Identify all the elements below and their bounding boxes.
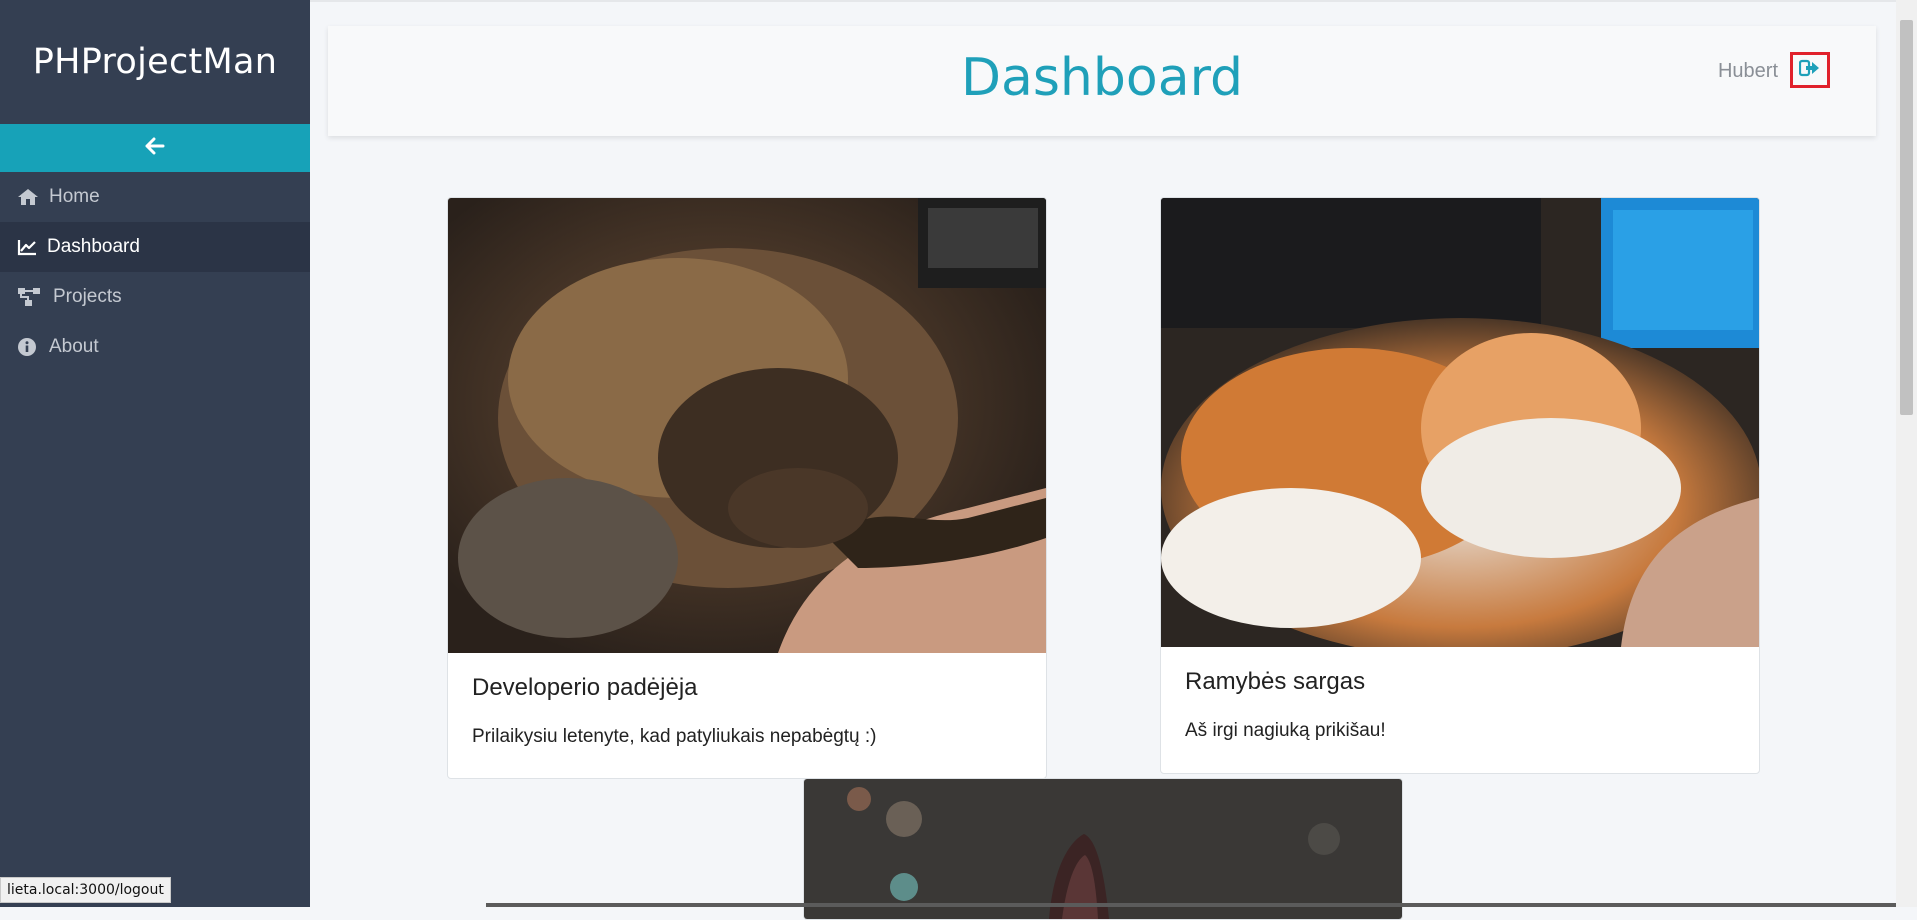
sitemap-icon bbox=[17, 287, 51, 307]
sidebar-item-label: Dashboard bbox=[47, 236, 140, 257]
scrollbar-thumb[interactable] bbox=[1900, 20, 1913, 415]
dashboard-card bbox=[803, 778, 1403, 920]
horizontal-scrollbar[interactable] bbox=[486, 903, 1896, 907]
brand-logo[interactable]: PHProjectMan bbox=[0, 0, 310, 124]
card-title: Ramybės sargas bbox=[1185, 668, 1366, 695]
card-text: Prilaikysiu letenyte, kad patyliukais ne… bbox=[472, 726, 877, 747]
vertical-scrollbar[interactable] bbox=[1896, 0, 1917, 907]
status-bar-url: lieta.local:3000/logout bbox=[0, 877, 171, 903]
page-header: Dashboard Hubert bbox=[328, 26, 1876, 136]
sidebar-item-home[interactable]: Home bbox=[0, 172, 310, 222]
dashboard-card: Ramybės sargas Aš irgi nagiuką prikišau! bbox=[1160, 197, 1760, 774]
card-text: Aš irgi nagiuką prikišau! bbox=[1185, 720, 1386, 741]
chart-line-icon bbox=[17, 238, 45, 256]
info-circle-icon bbox=[17, 337, 47, 357]
sidebar-collapse-button[interactable] bbox=[0, 124, 310, 172]
orange-white-cat-photo bbox=[1161, 198, 1759, 658]
home-icon bbox=[17, 188, 47, 206]
cat-ear-photo bbox=[804, 779, 1402, 919]
sidebar-item-label: About bbox=[49, 336, 99, 357]
sign-out-icon bbox=[1798, 59, 1821, 82]
top-divider bbox=[310, 0, 1917, 2]
user-name: Hubert bbox=[1717, 60, 1778, 82]
page-title: Dashboard bbox=[960, 48, 1244, 108]
sidebar-item-dashboard[interactable]: Dashboard bbox=[0, 222, 310, 272]
sidebar-item-projects[interactable]: Projects bbox=[0, 272, 310, 322]
card-title: Developerio padėjėja bbox=[472, 674, 698, 701]
tortoiseshell-cat-photo bbox=[448, 198, 1046, 653]
sidebar: PHProjectMan Home Dashboard Projects Abo… bbox=[0, 0, 310, 907]
sidebar-item-about[interactable]: About bbox=[0, 322, 310, 372]
arrow-left-icon bbox=[145, 136, 165, 161]
logout-button[interactable] bbox=[1790, 52, 1830, 88]
main-content: Dashboard Hubert Developerio padėjėja Pr… bbox=[310, 0, 1917, 920]
dashboard-card: Developerio padėjėja Prilaikysiu letenyt… bbox=[447, 197, 1047, 779]
sidebar-item-label: Projects bbox=[53, 286, 122, 307]
sidebar-item-label: Home bbox=[49, 186, 100, 207]
